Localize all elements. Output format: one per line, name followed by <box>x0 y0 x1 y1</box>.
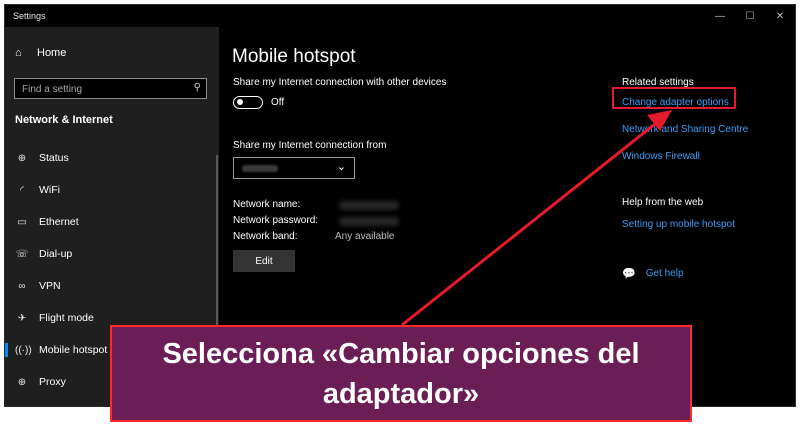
highlight-box <box>612 87 736 109</box>
sidebar-item-label: VPN <box>39 280 61 292</box>
network-sharing-centre-link[interactable]: Network and Sharing Centre <box>622 124 748 135</box>
title-bar: Settings — ☐ ✕ <box>5 5 795 27</box>
network-password-label: Network password: <box>233 215 319 226</box>
share-from-dropdown[interactable]: ⌄ <box>233 157 355 179</box>
network-name-value <box>339 201 399 210</box>
proxy-globe-icon: ⊕ <box>17 376 27 388</box>
hotspot-icon: ((·)) <box>15 344 32 356</box>
sidebar-item-ethernet[interactable]: ▭ Ethernet <box>5 206 216 238</box>
home-nav[interactable]: ⌂ Home <box>15 47 66 59</box>
sidebar-item-label: Status <box>39 152 69 164</box>
blurred-selection <box>242 165 278 172</box>
airplane-icon: ✈ <box>17 312 27 324</box>
maximize-button[interactable]: ☐ <box>735 5 765 27</box>
sidebar-item-label: Ethernet <box>39 216 79 228</box>
get-help-link[interactable]: 💬 Get help <box>622 267 684 280</box>
network-password-value <box>339 217 399 226</box>
close-button[interactable]: ✕ <box>765 5 795 27</box>
search-input[interactable] <box>15 80 180 99</box>
get-help-label: Get help <box>645 268 684 279</box>
network-name-label: Network name: <box>233 199 301 210</box>
sidebar-item-label: Proxy <box>39 376 66 388</box>
ethernet-icon: ▭ <box>17 216 27 228</box>
page-title: Mobile hotspot <box>232 46 356 67</box>
sidebar-item-label: Mobile hotspot <box>39 344 108 356</box>
home-label: Home <box>37 47 67 59</box>
sidebar-item-label: Dial-up <box>39 248 73 260</box>
home-icon: ⌂ <box>15 47 22 59</box>
vpn-icon: ∞ <box>18 280 26 292</box>
chevron-down-icon: ⌄ <box>336 161 346 173</box>
setting-up-hotspot-link[interactable]: Setting up mobile hotspot <box>622 219 735 230</box>
share-label: Share my Internet connection with other … <box>233 77 447 88</box>
network-band-label: Network band: <box>233 231 298 242</box>
share-from-label: Share my Internet connection from <box>233 140 387 151</box>
search-box[interactable]: ⚲ <box>14 78 207 99</box>
sidebar-item-vpn[interactable]: ∞ VPN <box>5 270 216 302</box>
sidebar-item-label: Flight mode <box>39 312 94 324</box>
help-heading: Help from the web <box>622 197 704 208</box>
sidebar-item-status[interactable]: ⊕ Status <box>5 142 216 174</box>
section-title: Network & Internet <box>15 114 113 126</box>
globe-icon: ⊕ <box>17 152 27 164</box>
window-title: Settings <box>13 11 46 21</box>
wifi-icon: ◜ <box>20 184 24 196</box>
instruction-callout: Selecciona «Cambiar opciones del adaptad… <box>110 325 692 422</box>
sidebar-item-dialup[interactable]: ☏ Dial-up <box>5 238 216 270</box>
windows-firewall-link[interactable]: Windows Firewall <box>622 151 700 162</box>
toggle-state: Off <box>271 97 285 108</box>
network-band-value: Any available <box>335 231 395 242</box>
hotspot-toggle[interactable] <box>233 96 263 109</box>
search-icon[interactable]: ⚲ <box>194 82 201 93</box>
sidebar-item-wifi[interactable]: ◜ WiFi <box>5 174 216 206</box>
sidebar-item-label: WiFi <box>39 184 60 196</box>
dialup-icon: ☏ <box>15 248 29 260</box>
callout-text: Selecciona «Cambiar opciones del adaptad… <box>162 337 640 410</box>
minimize-button[interactable]: — <box>705 5 735 27</box>
edit-button[interactable]: Edit <box>233 250 295 272</box>
chat-help-icon: 💬 <box>622 268 636 280</box>
window-controls: — ☐ ✕ <box>705 5 795 27</box>
